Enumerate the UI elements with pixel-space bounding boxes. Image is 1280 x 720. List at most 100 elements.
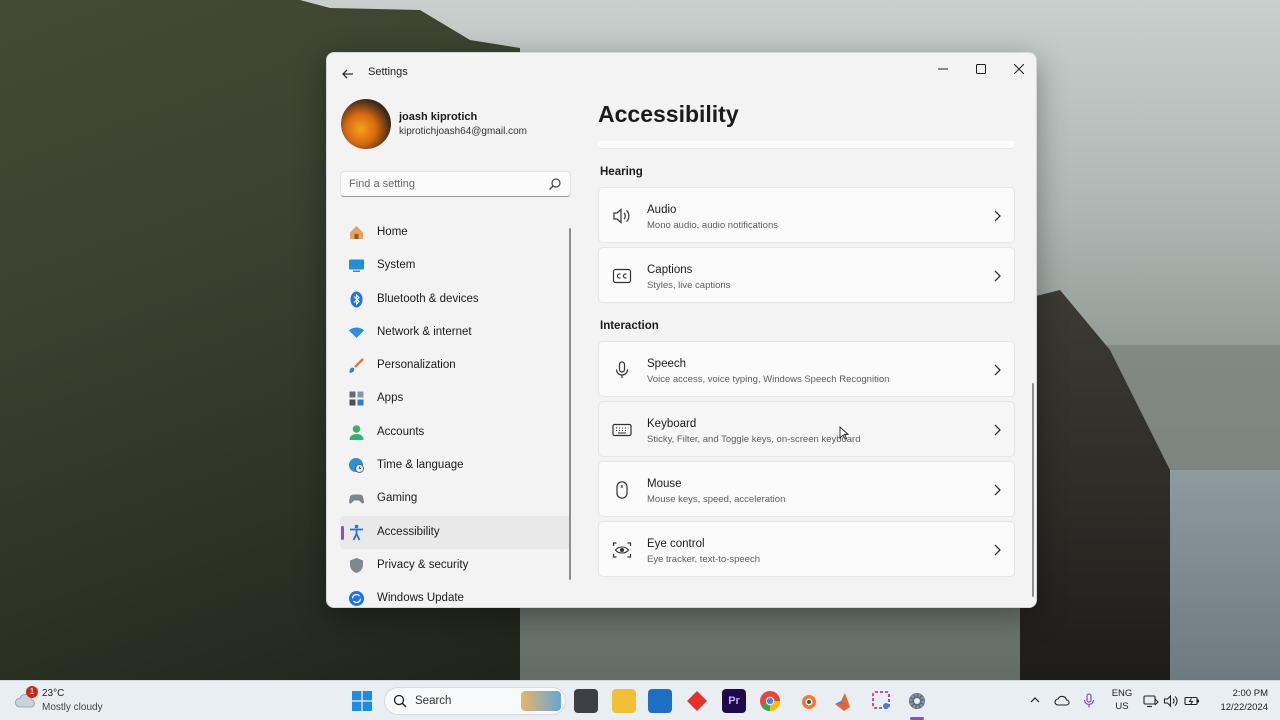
clock-date: 12/22/2024 <box>1220 702 1268 713</box>
mouse-icon <box>616 481 628 499</box>
sidebar-item-label: Home <box>377 226 408 238</box>
start-icon[interactable] <box>352 691 372 711</box>
search-icon[interactable] <box>548 177 562 191</box>
globe-clock-icon <box>349 458 364 473</box>
sidebar-item-privacy[interactable]: Privacy & security <box>340 549 570 582</box>
language-code: ENG <box>1111 688 1133 699</box>
sidebar-item-label: Bluetooth & devices <box>377 292 479 305</box>
accessibility-icon <box>350 524 363 541</box>
clock[interactable]: 2:00 PM 12/22/2024 <box>1208 687 1268 715</box>
mouse-card[interactable]: Mouse Mouse keys, speed, acceleration <box>598 461 1015 517</box>
store-icon[interactable] <box>648 689 672 713</box>
sidebar-nav: Home System Bluetooth & devices Network … <box>340 216 570 607</box>
close-icon[interactable] <box>1000 55 1036 83</box>
captions-card[interactable]: Captions Styles, live captions <box>598 247 1015 303</box>
sidebar-item-label: Apps <box>377 392 404 405</box>
sidebar-item-label: Accounts <box>377 425 425 438</box>
network-icon[interactable] <box>1143 693 1159 709</box>
sidebar-item-bluetooth[interactable]: Bluetooth & devices <box>340 283 570 316</box>
language-indicator[interactable]: ENG US <box>1110 687 1134 713</box>
bluetooth-icon <box>350 291 363 308</box>
chevron-right-icon <box>994 270 1001 282</box>
eye-control-card[interactable]: Eye control Eye tracker, text-to-speech <box>598 521 1015 577</box>
section-heading-hearing: Hearing <box>600 166 643 178</box>
search-highlight-icon <box>521 691 561 711</box>
anydesk-icon[interactable] <box>685 689 709 713</box>
taskbar-search[interactable]: Search <box>384 687 566 715</box>
sidebar-item-network[interactable]: Network & internet <box>340 316 570 349</box>
chevron-right-icon <box>994 544 1001 556</box>
microphone-tray-icon[interactable] <box>1081 693 1097 709</box>
card-title: Speech <box>647 358 687 370</box>
search-input[interactable] <box>349 176 539 192</box>
captions-icon <box>612 268 632 284</box>
volume-icon[interactable] <box>1163 693 1179 709</box>
weather-desc: Mostly cloudy <box>42 702 103 713</box>
paintbrush-icon <box>349 358 364 373</box>
sidebar-item-label: Accessibility <box>377 525 440 538</box>
card-title: Captions <box>647 264 693 276</box>
minimize-icon[interactable] <box>924 55 962 83</box>
weather-widget[interactable]: 1 23°C Mostly cloudy <box>14 686 134 716</box>
apps-icon <box>349 391 364 406</box>
clock-time: 2:00 PM <box>1232 688 1268 699</box>
onedrive-icon[interactable] <box>1054 693 1070 709</box>
find-setting-search[interactable] <box>340 171 571 197</box>
mouse-cursor-icon <box>839 426 849 440</box>
sidebar-scrollbar[interactable] <box>569 228 571 580</box>
settings-icon[interactable] <box>905 689 929 713</box>
premiere-icon[interactable]: Pr <box>722 689 746 713</box>
avatar <box>341 99 391 149</box>
sidebar-item-home[interactable]: Home <box>340 216 570 249</box>
sidebar-item-apps[interactable]: Apps <box>340 382 570 415</box>
card-title: Eye control <box>647 538 705 550</box>
card-subtitle: Mono audio, audio notifications <box>647 220 778 231</box>
card-subtitle: Eye tracker, text-to-speech <box>647 554 760 565</box>
chevron-right-icon <box>994 210 1001 222</box>
region-code: US <box>1115 701 1129 712</box>
keyboard-card[interactable]: Keyboard Sticky, Filter, and Toggle keys… <box>598 401 1015 457</box>
card-title: Mouse <box>647 478 682 490</box>
sidebar-item-gaming[interactable]: Gaming <box>340 482 570 515</box>
sidebar-item-personalization[interactable]: Personalization <box>340 349 570 382</box>
maximize-icon[interactable] <box>962 55 1000 83</box>
snipping-tool-icon[interactable] <box>870 689 894 713</box>
sidebar-item-label: Network & internet <box>377 325 472 338</box>
back-arrow-icon[interactable] <box>337 63 359 85</box>
file-explorer-icon[interactable] <box>574 689 598 713</box>
audio-card[interactable]: Audio Mono audio, audio notifications <box>598 187 1015 243</box>
sidebar-item-label: System <box>377 259 416 272</box>
chrome-icon[interactable] <box>758 689 782 713</box>
monitor-icon <box>349 259 364 273</box>
sidebar-item-windows-update[interactable]: Windows Update <box>340 582 570 607</box>
blender-icon[interactable] <box>796 689 820 713</box>
matlab-icon[interactable] <box>833 689 857 713</box>
speaker-icon <box>613 208 630 224</box>
page-title: Accessibility <box>598 101 739 127</box>
card-subtitle: Voice access, voice typing, Windows Spee… <box>647 374 890 385</box>
notification-badge: 1 <box>26 686 38 698</box>
wallpaper-sea <box>1170 470 1280 680</box>
card-title: Keyboard <box>647 418 697 430</box>
sidebar-item-accessibility[interactable]: Accessibility <box>340 515 570 549</box>
content-scrollbar[interactable] <box>1032 383 1034 597</box>
battery-icon[interactable] <box>1184 693 1200 709</box>
weather-temp: 23°C <box>42 688 65 699</box>
folder-icon[interactable] <box>612 689 636 713</box>
chevron-up-icon[interactable] <box>1029 693 1041 707</box>
sidebar-item-time-language[interactable]: Time & language <box>340 449 570 482</box>
speech-card[interactable]: Speech Voice access, voice typing, Windo… <box>598 341 1015 397</box>
update-icon <box>349 591 364 607</box>
chevron-right-icon <box>994 364 1001 376</box>
microphone-icon <box>615 361 629 378</box>
sidebar-item-accounts[interactable]: Accounts <box>340 416 570 449</box>
shield-icon <box>350 557 363 573</box>
sidebar-item-label: Time & language <box>377 459 464 472</box>
user-profile[interactable]: joash kiprotich kiprotichjoash64@gmail.c… <box>341 99 581 151</box>
taskbar: 1 23°C Mostly cloudy Search Pr ENG US 2:… <box>0 680 1280 720</box>
person-icon <box>349 424 364 440</box>
card-subtitle: Styles, live captions <box>647 280 731 291</box>
wifi-icon <box>349 327 364 338</box>
sidebar-item-system[interactable]: System <box>340 249 570 282</box>
settings-window: Settings joash kiprotich kiprotichjoash6… <box>326 52 1037 608</box>
